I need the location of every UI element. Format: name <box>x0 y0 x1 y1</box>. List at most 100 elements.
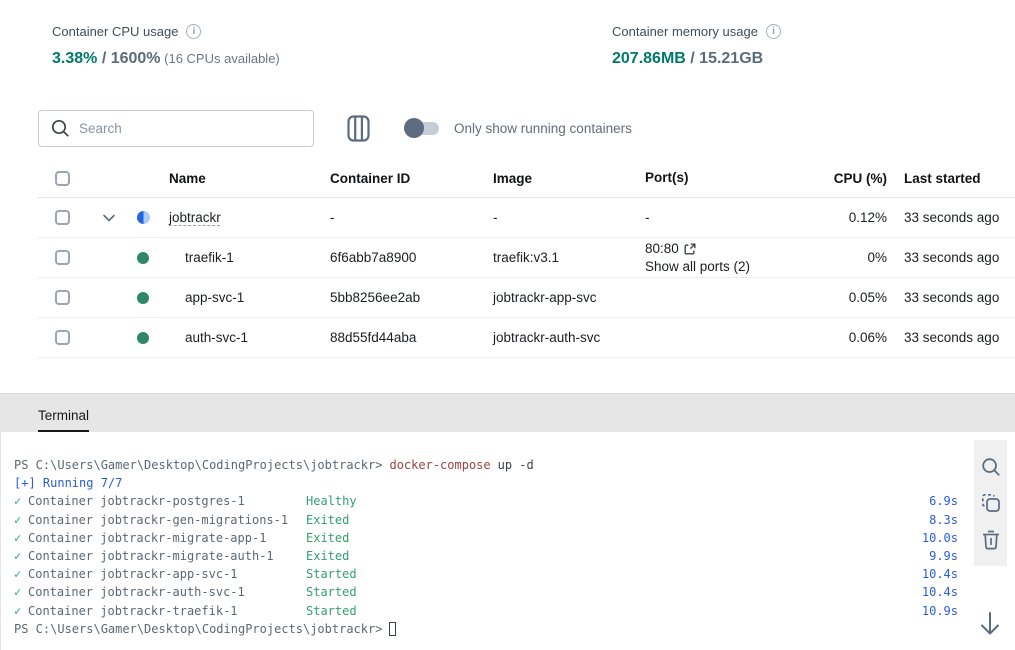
cpu-usage-stat: Container CPU usage i 3.38% / 1600% (16 … <box>52 24 280 68</box>
table-row-traefik[interactable]: traefik-1 6f6abb7a8900 traefik:v3.1 80:8… <box>38 238 1015 278</box>
memory-usage-label: Container memory usage <box>612 24 758 39</box>
scroll-to-bottom-button[interactable] <box>977 610 1003 638</box>
terminal-prompt: PS C:\Users\Gamer\Desktop\CodingProjects… <box>14 620 382 638</box>
check-icon: ✓ <box>14 565 28 583</box>
table-row-auth-svc[interactable]: auth-svc-1 88d55fd44aba jobtrackr-auth-s… <box>38 318 1015 358</box>
container-name-link[interactable]: jobtrackr <box>169 210 221 225</box>
show-all-ports-link[interactable]: Show all ports (2) <box>645 258 807 276</box>
search-icon <box>981 457 1001 477</box>
search-icon <box>51 119 70 138</box>
columns-button[interactable] <box>347 115 370 142</box>
container-cpu: 0.06% <box>807 330 887 345</box>
terminal-container-time: 8.3s <box>929 511 958 529</box>
check-icon: ✓ <box>14 529 28 547</box>
tab-terminal[interactable]: Terminal <box>38 408 89 432</box>
info-icon[interactable]: i <box>766 24 781 39</box>
column-header-container-id[interactable]: Container ID <box>328 171 488 186</box>
check-icon: ✓ <box>14 511 28 529</box>
arrow-down-icon <box>977 610 1003 638</box>
table-row-jobtrackr[interactable]: jobtrackr - - - 0.12% 33 seconds ago <box>38 198 1015 238</box>
terminal-running-line: [+] Running 7/7 <box>14 474 122 492</box>
select-all-checkbox[interactable] <box>55 171 70 186</box>
terminal-search-button[interactable] <box>981 457 1001 477</box>
terminal-container-line: ✓ Container jobtrackr-app-svc-1 Started … <box>14 565 958 583</box>
container-id: 5bb8256ee2ab <box>328 290 488 305</box>
terminal-container-status: Exited <box>306 547 349 565</box>
running-only-label: Only show running containers <box>454 121 632 136</box>
column-header-image[interactable]: Image <box>488 171 643 186</box>
terminal-container-name: Container jobtrackr-auth-svc-1 <box>28 583 306 601</box>
container-last-started: 33 seconds ago <box>887 210 1015 225</box>
terminal-container-line: ✓ Container jobtrackr-traefik-1 Started … <box>14 602 958 620</box>
container-image: traefik:v3.1 <box>488 250 643 265</box>
container-last-started: 33 seconds ago <box>887 330 1015 345</box>
running-status-icon <box>137 332 149 344</box>
container-image: jobtrackr-auth-svc <box>488 330 643 345</box>
cpu-usage-total: / 1600% <box>97 50 160 67</box>
container-cpu: 0.12% <box>807 210 887 225</box>
container-image: jobtrackr-app-svc <box>488 290 643 305</box>
terminal-cursor[interactable] <box>389 622 396 636</box>
table-header-row: Name Container ID Image Port(s) CPU (%) … <box>38 159 1015 198</box>
cpu-usage-label: Container CPU usage <box>52 24 178 39</box>
container-image: - <box>488 210 643 225</box>
info-icon[interactable]: i <box>186 24 201 39</box>
terminal-prompt: PS C:\Users\Gamer\Desktop\CodingProjects… <box>14 456 382 474</box>
column-header-cpu[interactable]: CPU (%) <box>807 171 887 186</box>
expand-toggle[interactable] <box>92 214 126 222</box>
container-cpu: 0% <box>807 250 887 265</box>
column-header-last-started[interactable]: Last started <box>887 171 1015 186</box>
terminal-container-status: Started <box>306 565 357 583</box>
terminal-command: docker-compose <box>389 456 490 474</box>
table-row-app-svc[interactable]: app-svc-1 5bb8256ee2ab jobtrackr-app-svc… <box>38 278 1015 318</box>
terminal-container-name: Container jobtrackr-traefik-1 <box>28 602 306 620</box>
terminal-container-line: ✓ Container jobtrackr-migrate-auth-1 Exi… <box>14 547 958 565</box>
row-checkbox[interactable] <box>55 210 70 225</box>
terminal-container-name: Container jobtrackr-postgres-1 <box>28 492 306 510</box>
terminal-container-line: ✓ Container jobtrackr-auth-svc-1 Started… <box>14 583 958 601</box>
container-last-started: 33 seconds ago <box>887 290 1015 305</box>
container-id: 6f6abb7a8900 <box>328 250 488 265</box>
terminal-container-time: 6.9s <box>929 492 958 510</box>
memory-usage-stat: Container memory usage i 207.86MB / 15.2… <box>612 24 781 68</box>
compose-project-icon <box>137 211 150 224</box>
check-icon: ✓ <box>14 547 28 565</box>
chevron-down-icon <box>103 214 115 222</box>
terminal-container-status: Started <box>306 602 357 620</box>
cpu-usage-value: 3.38% <box>52 50 97 67</box>
terminal-container-line: ✓ Container jobtrackr-gen-migrations-1 E… <box>14 511 958 529</box>
column-header-name[interactable]: Name <box>160 171 328 186</box>
terminal-copy-button[interactable] <box>981 493 1001 513</box>
terminal-container-time: 10.4s <box>922 565 958 583</box>
row-checkbox[interactable] <box>55 250 70 265</box>
terminal-container-name: Container jobtrackr-gen-migrations-1 <box>28 511 306 529</box>
terminal-container-time: 10.9s <box>922 602 958 620</box>
running-status-icon <box>137 252 149 264</box>
terminal-container-status: Exited <box>306 529 349 547</box>
container-id: 88d55fd44aba <box>328 330 488 345</box>
container-name: auth-svc-1 <box>160 330 328 345</box>
terminal-action-rail <box>974 440 1007 566</box>
terminal-container-time: 9.9s <box>929 547 958 565</box>
memory-usage-total: / 15.21GB <box>686 50 763 67</box>
container-cpu: 0.05% <box>807 290 887 305</box>
terminal-container-status: Healthy <box>306 492 357 510</box>
bottom-tabbar: Terminal <box>0 393 1015 432</box>
check-icon: ✓ <box>14 602 28 620</box>
row-checkbox[interactable] <box>55 330 70 345</box>
terminal-clear-button[interactable] <box>982 530 1000 550</box>
terminal-container-name: Container jobtrackr-migrate-app-1 <box>28 529 306 547</box>
column-header-ports[interactable]: Port(s) <box>643 169 807 187</box>
container-name: app-svc-1 <box>160 290 328 305</box>
containers-table: Name Container ID Image Port(s) CPU (%) … <box>38 159 1015 358</box>
terminal-pane[interactable]: PS C:\Users\Gamer\Desktop\CodingProjects… <box>0 432 1015 650</box>
check-icon: ✓ <box>14 492 28 510</box>
terminal-container-status: Started <box>306 583 357 601</box>
terminal-container-line: ✓ Container jobtrackr-postgres-1 Healthy… <box>14 492 958 510</box>
container-id: - <box>328 210 488 225</box>
row-checkbox[interactable] <box>55 290 70 305</box>
port-link[interactable]: 80:80 <box>645 240 679 258</box>
trash-icon <box>982 530 1000 550</box>
search-input[interactable] <box>38 110 314 147</box>
running-only-toggle[interactable] <box>406 122 439 135</box>
